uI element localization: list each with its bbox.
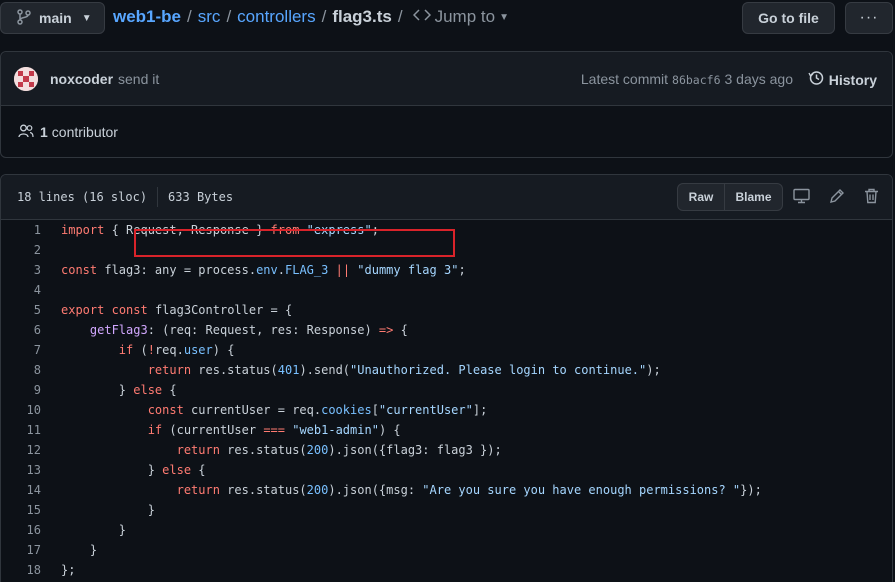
line-number[interactable]: 11 bbox=[0, 423, 41, 437]
code-line: 15 } bbox=[0, 500, 893, 520]
code-line: 14 return res.status(200).json({msg: "Ar… bbox=[0, 480, 893, 500]
code-text: } bbox=[61, 543, 98, 557]
line-number[interactable]: 2 bbox=[0, 243, 41, 257]
file-line-count: 18 lines (16 sloc) bbox=[17, 190, 148, 204]
line-number[interactable]: 15 bbox=[0, 503, 41, 517]
git-branch-icon bbox=[17, 8, 31, 28]
line-number[interactable]: 6 bbox=[0, 323, 41, 337]
line-number[interactable]: 18 bbox=[0, 563, 41, 577]
breadcrumb-repo-link[interactable]: web1-be bbox=[113, 7, 181, 27]
breadcrumb-filename: flag3.ts bbox=[332, 7, 392, 26]
line-number[interactable]: 12 bbox=[0, 443, 41, 457]
commit-row: noxcoder send it Latest commit 86bacf6 3… bbox=[1, 52, 892, 106]
code-text: if (!req.user) { bbox=[118, 343, 235, 357]
breadcrumb: web1-be / src / controllers / flag3.ts /… bbox=[113, 7, 509, 27]
pencil-icon[interactable] bbox=[829, 188, 845, 207]
more-options-button[interactable]: ··· bbox=[845, 2, 893, 34]
code-text: import { Request, Response } from "expre… bbox=[61, 223, 379, 237]
code-text: export const flag3Controller = { bbox=[61, 303, 293, 317]
code-line: 9 } else { bbox=[0, 380, 893, 400]
people-icon bbox=[18, 124, 34, 141]
line-number[interactable]: 5 bbox=[0, 303, 41, 317]
line-number[interactable]: 16 bbox=[0, 523, 41, 537]
line-number[interactable]: 1 bbox=[0, 223, 41, 237]
raw-blame-group: Raw Blame bbox=[677, 183, 783, 211]
branch-name: main bbox=[39, 10, 72, 26]
contributors-row[interactable]: 1 contributor bbox=[1, 106, 892, 158]
code-line: 18}; bbox=[0, 560, 893, 580]
code-line: 5 export const flag3Controller = { bbox=[0, 300, 893, 320]
code-text: const currentUser = req.cookies["current… bbox=[147, 403, 488, 417]
file-header: 18 lines (16 sloc) 633 Bytes Raw Blame bbox=[1, 175, 892, 220]
code-line: 2 bbox=[0, 240, 893, 260]
chevron-down-icon: ▼ bbox=[81, 12, 92, 24]
contributor-label: contributor bbox=[51, 124, 118, 140]
avatar[interactable] bbox=[14, 66, 38, 91]
commit-author-link[interactable]: noxcoder bbox=[50, 71, 113, 87]
code-line: 6 getFlag3: (req: Request, res: Response… bbox=[0, 320, 893, 340]
code-text: } else { bbox=[61, 463, 206, 477]
blame-button[interactable]: Blame bbox=[725, 183, 783, 211]
line-number[interactable]: 14 bbox=[0, 483, 41, 497]
code-line: 1 import { Request, Response } from "expr… bbox=[0, 220, 893, 240]
line-number[interactable]: 4 bbox=[0, 283, 41, 297]
line-number[interactable]: 10 bbox=[0, 403, 41, 417]
line-number[interactable]: 3 bbox=[0, 263, 41, 277]
commit-sha-link[interactable]: 86bacf6 bbox=[672, 73, 720, 87]
line-number[interactable]: 8 bbox=[0, 363, 41, 377]
chevron-down-icon: ▼ bbox=[499, 11, 509, 23]
code-text: } bbox=[61, 523, 127, 537]
code-text: return res.status(401).send("Unauthorize… bbox=[147, 363, 661, 377]
code-line: 13 } else { bbox=[0, 460, 893, 480]
breadcrumb-separator: / bbox=[397, 7, 403, 26]
code-line: 4 bbox=[0, 280, 893, 300]
code-text: const flag3: any = process.env.FLAG_3 ||… bbox=[61, 263, 466, 277]
code-line: 7 if (!req.user) { bbox=[0, 340, 893, 360]
code-line: 8 return res.status(401).send("Unauthori… bbox=[0, 360, 893, 380]
code-text: } bbox=[61, 503, 155, 517]
code-text: } else { bbox=[61, 383, 177, 397]
code-line: 12 return res.status(200).json({flag3: f… bbox=[0, 440, 893, 460]
code-text: return res.status(200).json({msg: "Are y… bbox=[176, 483, 762, 497]
code-line: 3 const flag3: any = process.env.FLAG_3 |… bbox=[0, 260, 893, 280]
file-size: 633 Bytes bbox=[168, 190, 234, 204]
latest-commit-info: Latest commit 86bacf6 3 days ago bbox=[581, 71, 793, 87]
line-number[interactable]: 9 bbox=[0, 383, 41, 397]
line-number[interactable]: 17 bbox=[0, 543, 41, 557]
code-line: 17 } bbox=[0, 540, 893, 560]
history-link[interactable]: History bbox=[808, 70, 877, 89]
latest-commit-box: noxcoder send it Latest commit 86bacf6 3… bbox=[0, 51, 893, 158]
breadcrumb-separator: / bbox=[321, 7, 327, 26]
go-to-file-button[interactable]: Go to file bbox=[742, 2, 835, 34]
code-text: return res.status(200).json({flag3: flag… bbox=[176, 443, 502, 457]
line-number[interactable]: 7 bbox=[0, 343, 41, 357]
breadcrumb-src-link[interactable]: src bbox=[198, 7, 221, 27]
code-text: if (currentUser === "web1-admin") { bbox=[147, 423, 401, 437]
code-listing: 1 import { Request, Response } from "expr… bbox=[0, 220, 893, 580]
breadcrumb-separator: / bbox=[187, 7, 192, 26]
breadcrumb-separator: / bbox=[226, 7, 232, 26]
branch-selector-button[interactable]: main ▼ bbox=[0, 2, 105, 34]
jump-to-label: Jump to bbox=[434, 7, 496, 26]
code-line: 16 } bbox=[0, 520, 893, 540]
commit-time: 3 days ago bbox=[724, 71, 794, 87]
breadcrumb-controllers-link[interactable]: controllers bbox=[237, 7, 315, 27]
file-navigation-bar: main ▼ web1-be / src / controllers / fla… bbox=[0, 0, 895, 38]
header-divider bbox=[157, 187, 159, 207]
line-number[interactable]: 13 bbox=[0, 463, 41, 477]
code-line: 10 const currentUser = req.cookies["curr… bbox=[0, 400, 893, 420]
history-icon bbox=[808, 70, 824, 89]
contributor-count: 1 bbox=[40, 124, 48, 140]
jump-to-dropdown[interactable]: Jump to ▼ bbox=[412, 7, 509, 27]
history-label: History bbox=[828, 71, 877, 88]
desktop-icon[interactable] bbox=[793, 188, 810, 207]
code-text: getFlag3: (req: Request, res: Response) … bbox=[89, 323, 408, 337]
raw-button[interactable]: Raw bbox=[677, 183, 725, 211]
commit-message-link[interactable]: send it bbox=[118, 71, 159, 87]
code-text: }; bbox=[61, 563, 76, 577]
latest-commit-label: Latest commit bbox=[580, 71, 669, 87]
code-line: 11 if (currentUser === "web1-admin") { bbox=[0, 420, 893, 440]
trash-icon[interactable] bbox=[864, 188, 879, 207]
code-icon bbox=[412, 7, 431, 27]
